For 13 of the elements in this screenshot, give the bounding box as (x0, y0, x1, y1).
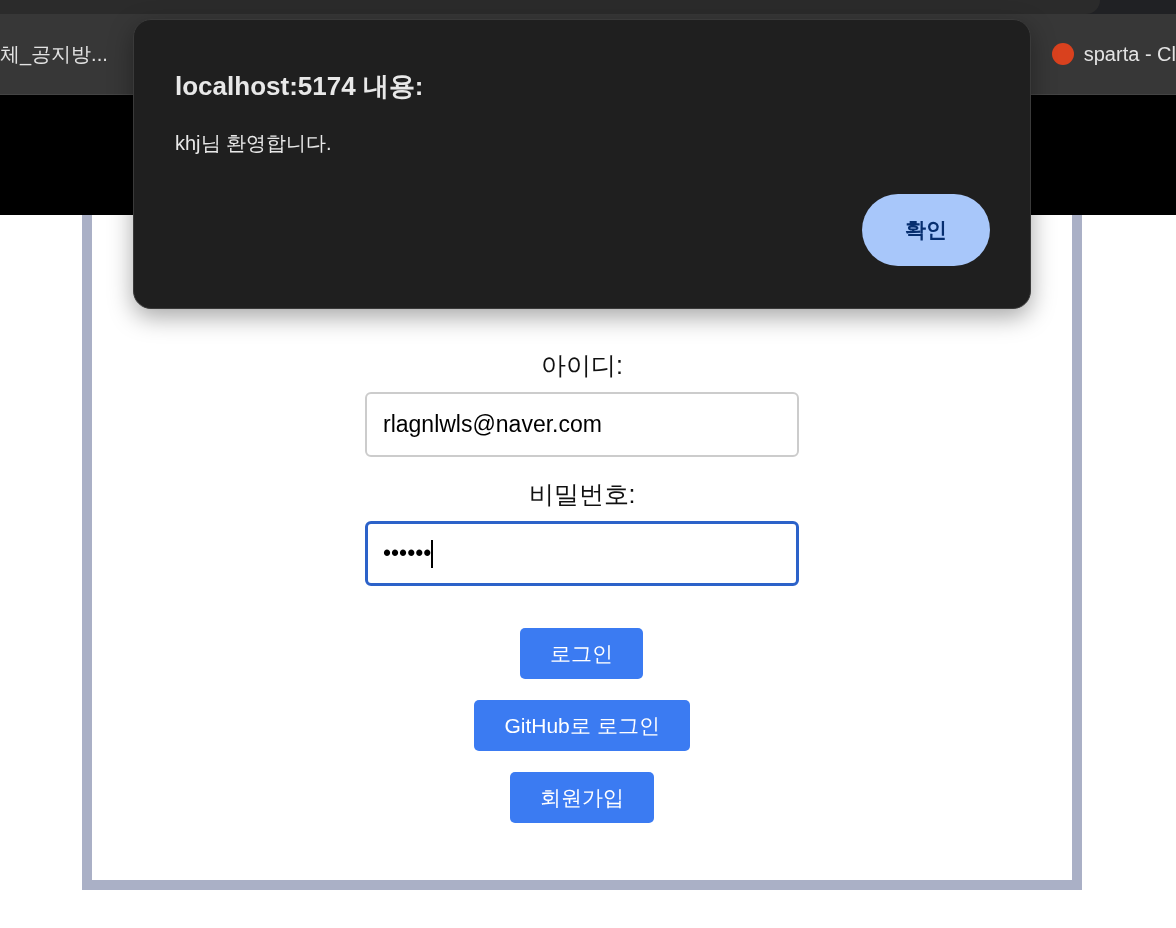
id-field[interactable]: rlagnlwls@naver.com (365, 392, 799, 457)
bookmark-item[interactable]: sparta - Cl (1083, 42, 1176, 66)
field-label: 아이디: (541, 350, 623, 380)
password-field[interactable]: •••••• (365, 521, 799, 586)
dialog-message: khj님 환영합니다. (175, 131, 332, 156)
login-button[interactable]: 로그인 (520, 628, 644, 679)
favicon-icon (1051, 43, 1074, 65)
field-label: 비밀번호: (528, 479, 636, 509)
confirm-button[interactable]: 확인 (862, 194, 990, 266)
dialog-title: localhost:5174 내용: (175, 70, 424, 103)
github-login-button[interactable]: GitHub로 로그인 (474, 700, 690, 751)
bookmark-item[interactable]: 체_공지방... (0, 40, 108, 68)
signup-button[interactable]: 회원가입 (510, 772, 654, 823)
